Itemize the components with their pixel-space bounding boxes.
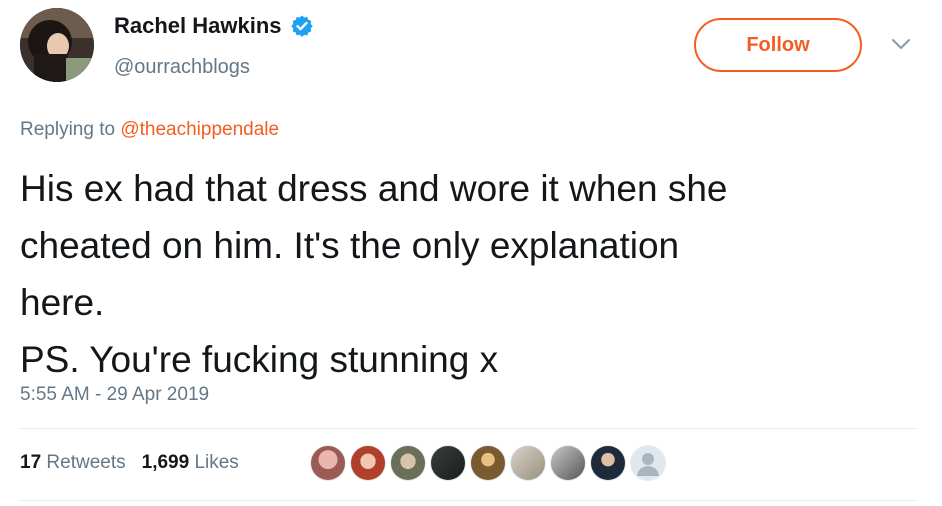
author-name[interactable]: Rachel Hawkins [114, 13, 282, 39]
liker-avatar-2[interactable] [350, 445, 386, 481]
liker-avatar-5[interactable] [470, 445, 506, 481]
retweets-label: Retweets [46, 452, 126, 473]
likes-stat[interactable]: 1,699 Likes [142, 452, 239, 474]
default-avatar-icon [637, 453, 659, 476]
follow-button[interactable]: Follow [694, 18, 862, 72]
chevron-down-icon[interactable] [890, 36, 912, 52]
likes-count: 1,699 [141, 452, 190, 473]
retweets-stat[interactable]: 17 Retweets [20, 452, 126, 474]
author-handle[interactable]: @ourrachblogs [114, 56, 250, 79]
tweet-text: His ex had that dress and wore it when s… [20, 168, 728, 380]
tweet-stats: 17 Retweets 1,699 Likes [20, 452, 255, 474]
liker-avatar-4[interactable] [430, 445, 466, 481]
liker-avatars [310, 445, 670, 481]
divider [20, 500, 916, 501]
replying-prefix: Replying to [20, 119, 121, 140]
liker-avatar-8[interactable] [590, 445, 626, 481]
reply-mention-link[interactable]: @theachippendale [120, 119, 279, 140]
replying-to: Replying to @theachippendale [20, 119, 279, 141]
author-name-row: Rachel Hawkins [114, 13, 314, 39]
tweet-timestamp[interactable]: 5:55 AM - 29 Apr 2019 [20, 384, 209, 406]
liker-avatar-9[interactable] [630, 445, 666, 481]
liker-avatar-1[interactable] [310, 445, 346, 481]
retweets-count: 17 [20, 452, 42, 473]
liker-avatar-6[interactable] [510, 445, 546, 481]
liker-avatar-7[interactable] [550, 445, 586, 481]
divider [20, 428, 916, 429]
liker-avatar-3[interactable] [390, 445, 426, 481]
author-avatar[interactable] [20, 8, 94, 82]
likes-label: Likes [194, 452, 239, 473]
verified-badge-icon [290, 15, 313, 37]
